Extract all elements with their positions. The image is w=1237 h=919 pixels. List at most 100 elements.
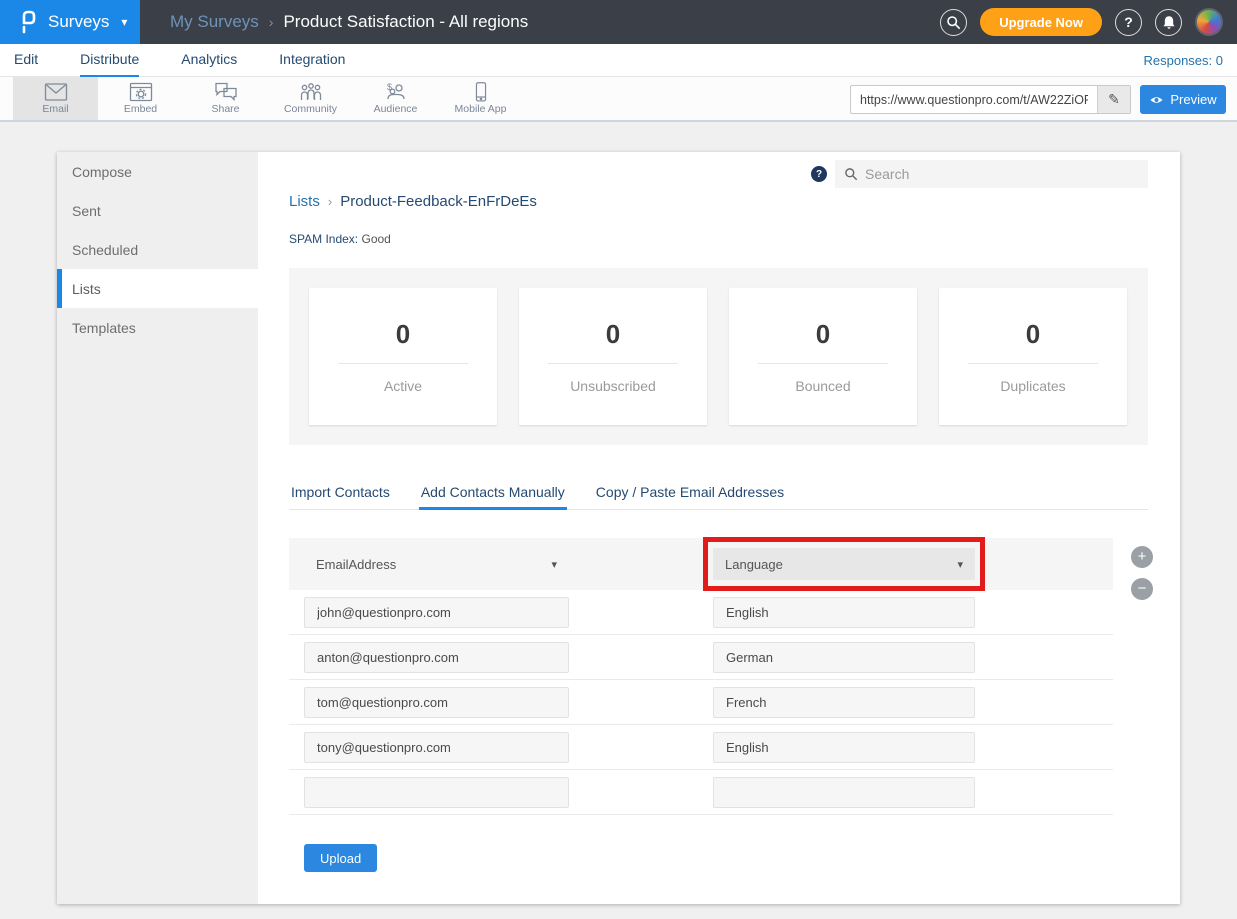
channel-label: Embed bbox=[124, 103, 157, 115]
tab-edit[interactable]: Edit bbox=[14, 44, 38, 77]
sidebar-item-sent[interactable]: Sent bbox=[57, 191, 258, 230]
channel-audience[interactable]: $ Audience bbox=[353, 77, 438, 120]
survey-url-input[interactable] bbox=[851, 86, 1097, 113]
tab-integration[interactable]: Integration bbox=[279, 44, 345, 77]
channel-label: Mobile App bbox=[455, 103, 507, 115]
sidebar-item-label: Compose bbox=[72, 164, 132, 180]
embed-icon bbox=[129, 82, 153, 102]
email-input[interactable] bbox=[304, 732, 569, 763]
notifications-button[interactable] bbox=[1155, 9, 1182, 36]
responses-count[interactable]: Responses: 0 bbox=[1144, 53, 1224, 68]
contact-tabs: Import Contacts Add Contacts Manually Co… bbox=[289, 479, 1148, 510]
question-mark-icon: ? bbox=[1124, 14, 1133, 30]
audience-icon: $ bbox=[384, 82, 408, 102]
channel-community[interactable]: Community bbox=[268, 77, 353, 120]
product-switcher[interactable]: Surveys ▾ bbox=[0, 0, 140, 44]
channel-embed[interactable]: Embed bbox=[98, 77, 183, 120]
stat-card-active: 0 Active bbox=[309, 288, 497, 425]
chevron-down-icon: ▾ bbox=[957, 558, 963, 571]
avatar[interactable] bbox=[1195, 8, 1223, 36]
bell-icon bbox=[1161, 14, 1177, 30]
topbar-actions: Upgrade Now ? bbox=[940, 8, 1237, 36]
stat-label: Duplicates bbox=[1000, 378, 1065, 394]
channel-label: Audience bbox=[374, 103, 418, 115]
dropdown-value: Language bbox=[725, 557, 783, 572]
language-input[interactable] bbox=[713, 687, 975, 718]
remove-row-button[interactable]: − bbox=[1131, 578, 1153, 600]
help-icon[interactable]: ? bbox=[811, 166, 827, 182]
channel-label: Community bbox=[284, 103, 337, 115]
upload-button[interactable]: Upload bbox=[304, 844, 377, 872]
search-button[interactable] bbox=[940, 9, 967, 36]
stat-value: 0 bbox=[1026, 319, 1040, 350]
table-row bbox=[289, 590, 1113, 635]
divider bbox=[548, 363, 678, 364]
email-input[interactable] bbox=[304, 597, 569, 628]
contacts-table: EmailAddress ▾ Language ▾ bbox=[289, 538, 1113, 815]
sidebar-item-label: Templates bbox=[72, 320, 136, 336]
table-row bbox=[289, 770, 1113, 815]
channel-list: Email Embed Share Community bbox=[13, 77, 523, 120]
email-input[interactable] bbox=[304, 642, 569, 673]
questionpro-logo bbox=[18, 9, 38, 35]
email-sidebar: Compose Sent Scheduled Lists Templates bbox=[57, 152, 258, 904]
breadcrumb-my-surveys[interactable]: My Surveys bbox=[170, 12, 259, 32]
breadcrumb-list-name: Product-Feedback-EnFrDeEs bbox=[340, 193, 537, 210]
language-input[interactable] bbox=[713, 732, 975, 763]
email-lists-card: Compose Sent Scheduled Lists Templates ? bbox=[57, 152, 1180, 904]
table-row bbox=[289, 725, 1113, 770]
breadcrumb: My Surveys › Product Satisfaction - All … bbox=[170, 12, 528, 32]
sidebar-item-scheduled[interactable]: Scheduled bbox=[57, 230, 258, 269]
preview-button[interactable]: Preview bbox=[1140, 85, 1226, 114]
community-icon bbox=[299, 82, 323, 102]
main-area: Compose Sent Scheduled Lists Templates ? bbox=[0, 122, 1237, 919]
channel-email[interactable]: Email bbox=[13, 77, 98, 120]
sidebar-item-lists[interactable]: Lists bbox=[57, 269, 258, 308]
divider bbox=[968, 363, 1098, 364]
preview-label: Preview bbox=[1170, 92, 1216, 107]
top-bar: Surveys ▾ My Surveys › Product Satisfact… bbox=[0, 0, 1237, 44]
tab-analytics[interactable]: Analytics bbox=[181, 44, 237, 77]
language-input[interactable] bbox=[713, 777, 975, 808]
divider bbox=[338, 363, 468, 364]
language-column-dropdown[interactable]: Language ▾ bbox=[713, 548, 975, 580]
svg-text:$: $ bbox=[387, 82, 392, 92]
pencil-icon: ✎ bbox=[1108, 91, 1120, 108]
breadcrumb-lists-link[interactable]: Lists bbox=[289, 193, 320, 210]
minus-icon: − bbox=[1138, 580, 1147, 597]
chevron-right-icon: › bbox=[328, 194, 332, 209]
tab-add-contacts-manually[interactable]: Add Contacts Manually bbox=[419, 479, 567, 510]
sidebar-item-templates[interactable]: Templates bbox=[57, 308, 258, 347]
spam-index-value: Good bbox=[361, 232, 390, 246]
edit-url-button[interactable]: ✎ bbox=[1097, 86, 1130, 113]
survey-nav: Edit Distribute Analytics Integration Re… bbox=[0, 44, 1237, 77]
sidebar-item-compose[interactable]: Compose bbox=[57, 152, 258, 191]
language-input[interactable] bbox=[713, 597, 975, 628]
divider bbox=[758, 363, 888, 364]
email-input[interactable] bbox=[304, 777, 569, 808]
stat-card-unsubscribed: 0 Unsubscribed bbox=[519, 288, 707, 425]
spam-index: SPAM Index: Good bbox=[289, 232, 391, 246]
channel-share[interactable]: Share bbox=[183, 77, 268, 120]
mobile-app-icon bbox=[469, 82, 493, 102]
stat-card-duplicates: 0 Duplicates bbox=[939, 288, 1127, 425]
email-icon bbox=[44, 82, 68, 102]
tab-copy-paste-emails[interactable]: Copy / Paste Email Addresses bbox=[594, 479, 786, 510]
email-column-dropdown[interactable]: EmailAddress ▾ bbox=[304, 548, 569, 580]
tab-import-contacts[interactable]: Import Contacts bbox=[289, 479, 392, 510]
help-button[interactable]: ? bbox=[1115, 9, 1142, 36]
add-row-button[interactable]: + bbox=[1131, 546, 1153, 568]
upgrade-now-button[interactable]: Upgrade Now bbox=[980, 8, 1102, 36]
chevron-right-icon: › bbox=[269, 14, 274, 30]
distribute-toolbar: Email Embed Share Community bbox=[0, 77, 1237, 122]
email-input[interactable] bbox=[304, 687, 569, 718]
stat-label: Active bbox=[384, 378, 422, 394]
lists-content: ? Lists › Product-Feedback-EnFrDeEs SPAM… bbox=[258, 152, 1180, 904]
stat-card-bounced: 0 Bounced bbox=[729, 288, 917, 425]
list-breadcrumb: Lists › Product-Feedback-EnFrDeEs bbox=[289, 193, 537, 210]
chevron-down-icon: ▾ bbox=[121, 15, 127, 29]
channel-mobile-app[interactable]: Mobile App bbox=[438, 77, 523, 120]
language-input[interactable] bbox=[713, 642, 975, 673]
tab-distribute[interactable]: Distribute bbox=[80, 44, 139, 77]
search-input[interactable] bbox=[865, 166, 1139, 182]
